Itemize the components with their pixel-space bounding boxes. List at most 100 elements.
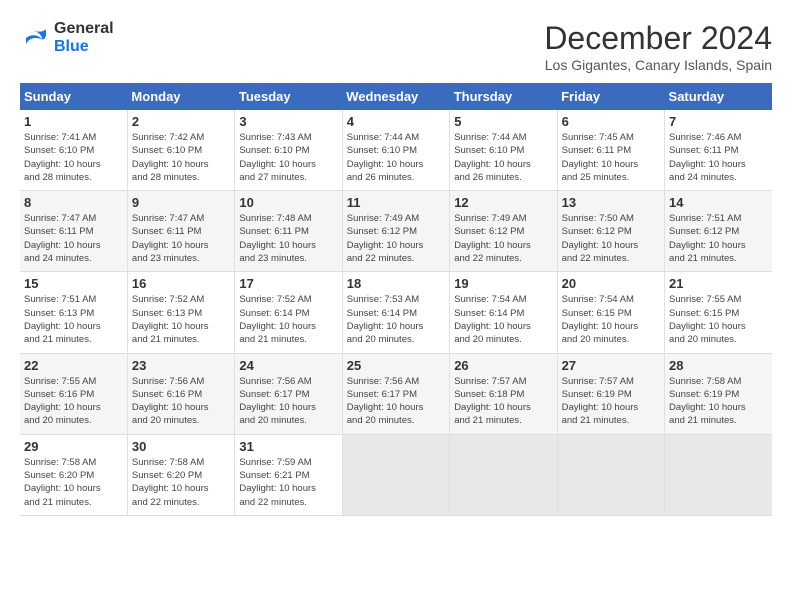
calendar-cell: 5 Sunrise: 7:44 AM Sunset: 6:10 PM Daylig…	[450, 110, 557, 191]
day-number: 17	[239, 276, 337, 291]
calendar-cell: 6 Sunrise: 7:45 AM Sunset: 6:11 PM Daylig…	[557, 110, 664, 191]
day-info: Sunrise: 7:55 AM Sunset: 6:15 PM Dayligh…	[669, 293, 768, 346]
logo: General Blue	[20, 20, 114, 56]
day-info: Sunrise: 7:57 AM Sunset: 6:19 PM Dayligh…	[562, 375, 660, 428]
day-number: 13	[562, 195, 660, 210]
calendar-cell: 26 Sunrise: 7:57 AM Sunset: 6:18 PM Dayli…	[450, 353, 557, 434]
day-number: 31	[239, 439, 337, 454]
day-info: Sunrise: 7:50 AM Sunset: 6:12 PM Dayligh…	[562, 212, 660, 265]
calendar-cell: 10 Sunrise: 7:48 AM Sunset: 6:11 PM Dayli…	[235, 191, 342, 272]
calendar-cell	[557, 434, 664, 515]
calendar-cell	[665, 434, 772, 515]
calendar-cell: 31 Sunrise: 7:59 AM Sunset: 6:21 PM Dayli…	[235, 434, 342, 515]
week-row: 1 Sunrise: 7:41 AM Sunset: 6:10 PM Daylig…	[20, 110, 772, 191]
day-info: Sunrise: 7:52 AM Sunset: 6:14 PM Dayligh…	[239, 293, 337, 346]
week-row: 15 Sunrise: 7:51 AM Sunset: 6:13 PM Dayli…	[20, 272, 772, 353]
calendar-cell: 7 Sunrise: 7:46 AM Sunset: 6:11 PM Daylig…	[665, 110, 772, 191]
calendar-cell: 30 Sunrise: 7:58 AM Sunset: 6:20 PM Dayli…	[127, 434, 234, 515]
day-info: Sunrise: 7:45 AM Sunset: 6:11 PM Dayligh…	[562, 131, 660, 184]
day-info: Sunrise: 7:56 AM Sunset: 6:17 PM Dayligh…	[347, 375, 445, 428]
day-info: Sunrise: 7:49 AM Sunset: 6:12 PM Dayligh…	[347, 212, 445, 265]
day-info: Sunrise: 7:54 AM Sunset: 6:15 PM Dayligh…	[562, 293, 660, 346]
calendar-cell: 4Sunrise: 7:44 AM Sunset: 6:10 PM Daylig…	[342, 110, 449, 191]
day-info: Sunrise: 7:52 AM Sunset: 6:13 PM Dayligh…	[132, 293, 230, 346]
calendar-cell: 14 Sunrise: 7:51 AM Sunset: 6:12 PM Dayli…	[665, 191, 772, 272]
day-info: Sunrise: 7:47 AM Sunset: 6:11 PM Dayligh…	[24, 212, 123, 265]
calendar-cell: 1 Sunrise: 7:41 AM Sunset: 6:10 PM Daylig…	[20, 110, 127, 191]
day-info: Sunrise: 7:58 AM Sunset: 6:20 PM Dayligh…	[132, 456, 230, 509]
calendar-cell: 28Sunrise: 7:58 AM Sunset: 6:19 PM Dayli…	[665, 353, 772, 434]
day-number: 5	[454, 114, 552, 129]
day-number: 2	[132, 114, 230, 129]
day-info: Sunrise: 7:43 AM Sunset: 6:10 PM Dayligh…	[239, 131, 337, 184]
day-number: 10	[239, 195, 337, 210]
month-title: December 2024	[544, 20, 772, 57]
day-number: 8	[24, 195, 123, 210]
day-info: Sunrise: 7:44 AM Sunset: 6:10 PM Dayligh…	[454, 131, 552, 184]
page-header: General Blue December 2024 Los Gigantes,…	[20, 20, 772, 73]
location: Los Gigantes, Canary Islands, Spain	[544, 57, 772, 73]
calendar-cell: 13 Sunrise: 7:50 AM Sunset: 6:12 PM Dayli…	[557, 191, 664, 272]
calendar-cell: 11 Sunrise: 7:49 AM Sunset: 6:12 PM Dayli…	[342, 191, 449, 272]
day-info: Sunrise: 7:57 AM Sunset: 6:18 PM Dayligh…	[454, 375, 552, 428]
day-number: 11	[347, 195, 445, 210]
day-info: Sunrise: 7:42 AM Sunset: 6:10 PM Dayligh…	[132, 131, 230, 184]
day-info: Sunrise: 7:46 AM Sunset: 6:11 PM Dayligh…	[669, 131, 768, 184]
calendar-cell: 16Sunrise: 7:52 AM Sunset: 6:13 PM Dayli…	[127, 272, 234, 353]
col-friday: Friday	[557, 83, 664, 110]
day-number: 12	[454, 195, 552, 210]
calendar-cell: 21 Sunrise: 7:55 AM Sunset: 6:15 PM Dayli…	[665, 272, 772, 353]
col-sunday: Sunday	[20, 83, 127, 110]
day-info: Sunrise: 7:51 AM Sunset: 6:12 PM Dayligh…	[669, 212, 768, 265]
day-info: Sunrise: 7:55 AM Sunset: 6:16 PM Dayligh…	[24, 375, 123, 428]
calendar-cell: 8 Sunrise: 7:47 AM Sunset: 6:11 PM Daylig…	[20, 191, 127, 272]
day-info: Sunrise: 7:58 AM Sunset: 6:19 PM Dayligh…	[669, 375, 768, 428]
day-number: 7	[669, 114, 768, 129]
calendar-table: Sunday Monday Tuesday Wednesday Thursday…	[20, 83, 772, 516]
calendar-cell	[342, 434, 449, 515]
calendar-cell: 27Sunrise: 7:57 AM Sunset: 6:19 PM Dayli…	[557, 353, 664, 434]
day-number: 21	[669, 276, 768, 291]
day-info: Sunrise: 7:56 AM Sunset: 6:17 PM Dayligh…	[239, 375, 337, 428]
day-info: Sunrise: 7:53 AM Sunset: 6:14 PM Dayligh…	[347, 293, 445, 346]
day-info: Sunrise: 7:51 AM Sunset: 6:13 PM Dayligh…	[24, 293, 123, 346]
header-row: Sunday Monday Tuesday Wednesday Thursday…	[20, 83, 772, 110]
day-info: Sunrise: 7:41 AM Sunset: 6:10 PM Dayligh…	[24, 131, 123, 184]
calendar-cell: 17 Sunrise: 7:52 AM Sunset: 6:14 PM Dayli…	[235, 272, 342, 353]
day-number: 26	[454, 358, 552, 373]
day-number: 15	[24, 276, 123, 291]
day-info: Sunrise: 7:56 AM Sunset: 6:16 PM Dayligh…	[132, 375, 230, 428]
col-monday: Monday	[127, 83, 234, 110]
day-number: 14	[669, 195, 768, 210]
day-number: 6	[562, 114, 660, 129]
logo-text: General Blue	[54, 20, 114, 56]
day-number: 9	[132, 195, 230, 210]
day-number: 22	[24, 358, 123, 373]
calendar-cell: 25 Sunrise: 7:56 AM Sunset: 6:17 PM Dayli…	[342, 353, 449, 434]
calendar-cell: 24 Sunrise: 7:56 AM Sunset: 6:17 PM Dayli…	[235, 353, 342, 434]
day-info: Sunrise: 7:49 AM Sunset: 6:12 PM Dayligh…	[454, 212, 552, 265]
day-number: 29	[24, 439, 123, 454]
col-wednesday: Wednesday	[342, 83, 449, 110]
day-info: Sunrise: 7:58 AM Sunset: 6:20 PM Dayligh…	[24, 456, 123, 509]
week-row: 22 Sunrise: 7:55 AM Sunset: 6:16 PM Dayli…	[20, 353, 772, 434]
day-info: Sunrise: 7:44 AM Sunset: 6:10 PM Dayligh…	[347, 131, 445, 184]
calendar-cell: 2 Sunrise: 7:42 AM Sunset: 6:10 PM Daylig…	[127, 110, 234, 191]
calendar-cell: 19Sunrise: 7:54 AM Sunset: 6:14 PM Dayli…	[450, 272, 557, 353]
day-number: 24	[239, 358, 337, 373]
col-thursday: Thursday	[450, 83, 557, 110]
calendar-cell: 12 Sunrise: 7:49 AM Sunset: 6:12 PM Dayli…	[450, 191, 557, 272]
week-row: 8 Sunrise: 7:47 AM Sunset: 6:11 PM Daylig…	[20, 191, 772, 272]
day-number: 20	[562, 276, 660, 291]
day-number: 23	[132, 358, 230, 373]
day-number: 25	[347, 358, 445, 373]
calendar-cell	[450, 434, 557, 515]
day-info: Sunrise: 7:48 AM Sunset: 6:11 PM Dayligh…	[239, 212, 337, 265]
day-info: Sunrise: 7:54 AM Sunset: 6:14 PM Dayligh…	[454, 293, 552, 346]
col-tuesday: Tuesday	[235, 83, 342, 110]
calendar-cell: 23 Sunrise: 7:56 AM Sunset: 6:16 PM Dayli…	[127, 353, 234, 434]
day-number: 1	[24, 114, 123, 129]
week-row: 29 Sunrise: 7:58 AM Sunset: 6:20 PM Dayli…	[20, 434, 772, 515]
day-number: 30	[132, 439, 230, 454]
day-info: Sunrise: 7:59 AM Sunset: 6:21 PM Dayligh…	[239, 456, 337, 509]
